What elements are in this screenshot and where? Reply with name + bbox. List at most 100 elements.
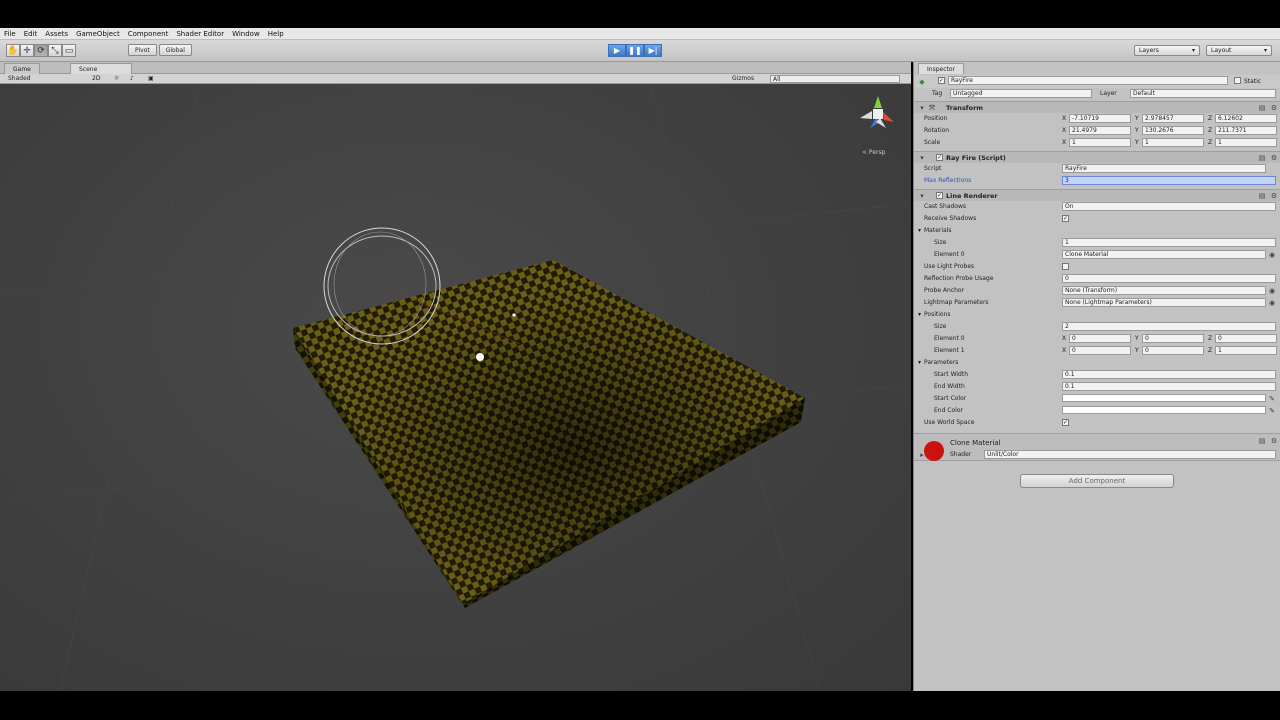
rotation-y-field[interactable]: 130.2676 xyxy=(1142,126,1204,135)
materials-size-field[interactable]: 1 xyxy=(1062,238,1276,247)
pause-button[interactable]: ❚❚ xyxy=(626,44,644,57)
menu-shader-editor[interactable]: Shader Editor xyxy=(176,30,224,38)
shading-mode-dropdown[interactable]: Shaded xyxy=(8,75,31,82)
pos-el1-y-field[interactable]: 0 xyxy=(1142,346,1204,355)
lightmap-params-field[interactable]: None (Lightmap Parameters) xyxy=(1062,298,1266,307)
pos-el0-z-field[interactable]: 0 xyxy=(1215,334,1277,343)
line-renderer-header[interactable]: ▾ ✓ Line Renderer ▤ ⚙ xyxy=(914,189,1280,201)
parameters-row[interactable]: ▾ Parameters xyxy=(914,357,1280,369)
gear-icon[interactable]: ⚙ xyxy=(1270,437,1278,445)
script-enabled-checkbox[interactable]: ✓ xyxy=(936,154,943,161)
foldout-arrow-icon[interactable]: ▾ xyxy=(918,227,921,234)
position-x-field[interactable]: -7.10719 xyxy=(1069,114,1131,123)
book-icon[interactable]: ▤ xyxy=(1258,154,1266,162)
scale-x-field[interactable]: 1 xyxy=(1069,138,1131,147)
positions-size-field[interactable]: 2 xyxy=(1062,322,1276,331)
persp-label[interactable]: < Persp xyxy=(862,149,885,156)
scale-y-field[interactable]: 1 xyxy=(1142,138,1204,147)
rect-tool-icon[interactable]: ▭ xyxy=(62,44,76,57)
hand-tool-icon[interactable]: ✋ xyxy=(6,44,20,57)
menu-assets[interactable]: Assets xyxy=(45,30,68,38)
layers-dropdown[interactable]: Layers ▾ xyxy=(1134,45,1200,56)
foldout-arrow-icon[interactable]: ▾ xyxy=(918,104,926,112)
foldout-arrow-icon[interactable]: ▸ xyxy=(918,451,926,459)
script-field[interactable]: RayFire xyxy=(1062,164,1266,173)
book-icon[interactable]: ▤ xyxy=(1258,437,1266,445)
start-color-swatch[interactable] xyxy=(1062,394,1266,402)
object-picker-icon[interactable]: ◉ xyxy=(1268,287,1276,295)
layout-dropdown[interactable]: Layout ▾ xyxy=(1206,45,1272,56)
book-icon[interactable]: ▤ xyxy=(1258,192,1266,200)
object-name-field[interactable]: RayFire xyxy=(948,76,1228,85)
light-icon[interactable] xyxy=(476,353,484,361)
foldout-arrow-icon[interactable]: ▾ xyxy=(918,311,921,318)
tab-game[interactable]: Game xyxy=(4,63,40,74)
light-probes-checkbox[interactable] xyxy=(1062,263,1069,270)
gear-icon[interactable]: ⚙ xyxy=(1270,104,1278,112)
rotation-x-field[interactable]: 21.4979 xyxy=(1069,126,1131,135)
book-icon[interactable]: ▤ xyxy=(1258,104,1266,112)
lighting-toggle-icon[interactable]: ☼ xyxy=(114,75,119,82)
pos-el1-z-field[interactable]: 1 xyxy=(1215,346,1277,355)
start-width-field[interactable]: 0.1 xyxy=(1062,370,1276,379)
gear-icon[interactable]: ⚙ xyxy=(1270,192,1278,200)
rotate-tool-icon[interactable]: ⟳ xyxy=(34,44,48,57)
effects-toggle-icon[interactable]: ▣ xyxy=(148,75,154,82)
object-active-checkbox[interactable]: ✓ xyxy=(938,77,945,84)
shader-dropdown[interactable]: Unlit/Color xyxy=(984,450,1276,459)
position-y-field[interactable]: 2.978457 xyxy=(1142,114,1204,123)
positions-row[interactable]: ▾ Positions xyxy=(914,309,1280,321)
pivot-toggle[interactable]: Pivot xyxy=(128,44,157,56)
cast-shadows-dropdown[interactable]: On xyxy=(1062,202,1276,211)
world-space-checkbox[interactable]: ✓ xyxy=(1062,419,1069,426)
foldout-arrow-icon[interactable]: ▾ xyxy=(918,154,926,162)
pos-el1-x-field[interactable]: 0 xyxy=(1069,346,1131,355)
position-z-field[interactable]: 6.12602 xyxy=(1215,114,1277,123)
gizmos-dropdown[interactable]: Gizmos xyxy=(732,75,754,82)
eyedropper-icon[interactable]: ✎ xyxy=(1268,395,1276,403)
scene-viewport[interactable]: < Persp xyxy=(0,84,911,691)
global-toggle[interactable]: Global xyxy=(158,44,192,56)
scale-z-field[interactable]: 1 xyxy=(1215,138,1277,147)
material-element0-field[interactable]: Clone Material xyxy=(1062,250,1266,259)
line-renderer-enabled-checkbox[interactable]: ✓ xyxy=(936,192,943,199)
max-reflections-field[interactable]: 3 xyxy=(1062,176,1276,185)
end-width-field[interactable]: 0.1 xyxy=(1062,382,1276,391)
move-tool-icon[interactable]: ✛ xyxy=(20,44,34,57)
end-color-swatch[interactable] xyxy=(1062,406,1266,414)
object-picker-icon[interactable]: ◉ xyxy=(1268,251,1276,259)
audio-toggle-icon[interactable]: ♪ xyxy=(130,75,134,82)
orientation-gizmo[interactable] xyxy=(860,96,894,128)
reflection-probe-dropdown[interactable]: 0 xyxy=(1062,274,1276,283)
tag-dropdown[interactable]: Untagged xyxy=(950,89,1092,98)
rotation-z-field[interactable]: 211.7371 xyxy=(1215,126,1277,135)
scale-tool-icon[interactable]: ⤡ xyxy=(48,44,62,57)
menu-gameobject[interactable]: GameObject xyxy=(76,30,120,38)
play-button[interactable]: ▶ xyxy=(608,44,626,57)
static-checkbox[interactable] xyxy=(1234,77,1241,84)
probe-anchor-field[interactable]: None (Transform) xyxy=(1062,286,1266,295)
menu-file[interactable]: File xyxy=(4,30,16,38)
tab-inspector[interactable]: Inspector xyxy=(918,63,964,74)
object-picker-icon[interactable]: ◉ xyxy=(1268,299,1276,307)
menu-component[interactable]: Component xyxy=(128,30,169,38)
pos-el0-y-field[interactable]: 0 xyxy=(1142,334,1204,343)
mode-2d-toggle[interactable]: 2D xyxy=(92,75,100,82)
transform-header[interactable]: ▾ ⤧ Transform ▤ ⚙ xyxy=(914,101,1280,113)
menu-edit[interactable]: Edit xyxy=(24,30,38,38)
tab-scene[interactable]: Scene xyxy=(70,63,132,74)
scene-search-input[interactable]: All xyxy=(770,75,900,83)
foldout-arrow-icon[interactable]: ▾ xyxy=(918,192,926,200)
receive-shadows-checkbox[interactable]: ✓ xyxy=(1062,215,1069,222)
menu-window[interactable]: Window xyxy=(232,30,260,38)
rayfire-script-header[interactable]: ▾ ✓ Ray Fire (Script) ▤ ⚙ xyxy=(914,151,1280,163)
add-component-button[interactable]: Add Component xyxy=(1020,474,1174,488)
foldout-arrow-icon[interactable]: ▾ xyxy=(918,359,921,366)
gear-icon[interactable]: ⚙ xyxy=(1270,154,1278,162)
pos-el0-x-field[interactable]: 0 xyxy=(1069,334,1131,343)
menu-help[interactable]: Help xyxy=(268,30,284,38)
step-button[interactable]: ▶| xyxy=(644,44,662,57)
materials-row[interactable]: ▾ Materials xyxy=(914,225,1280,237)
eyedropper-icon[interactable]: ✎ xyxy=(1268,407,1276,415)
layer-dropdown[interactable]: Default xyxy=(1130,89,1276,98)
